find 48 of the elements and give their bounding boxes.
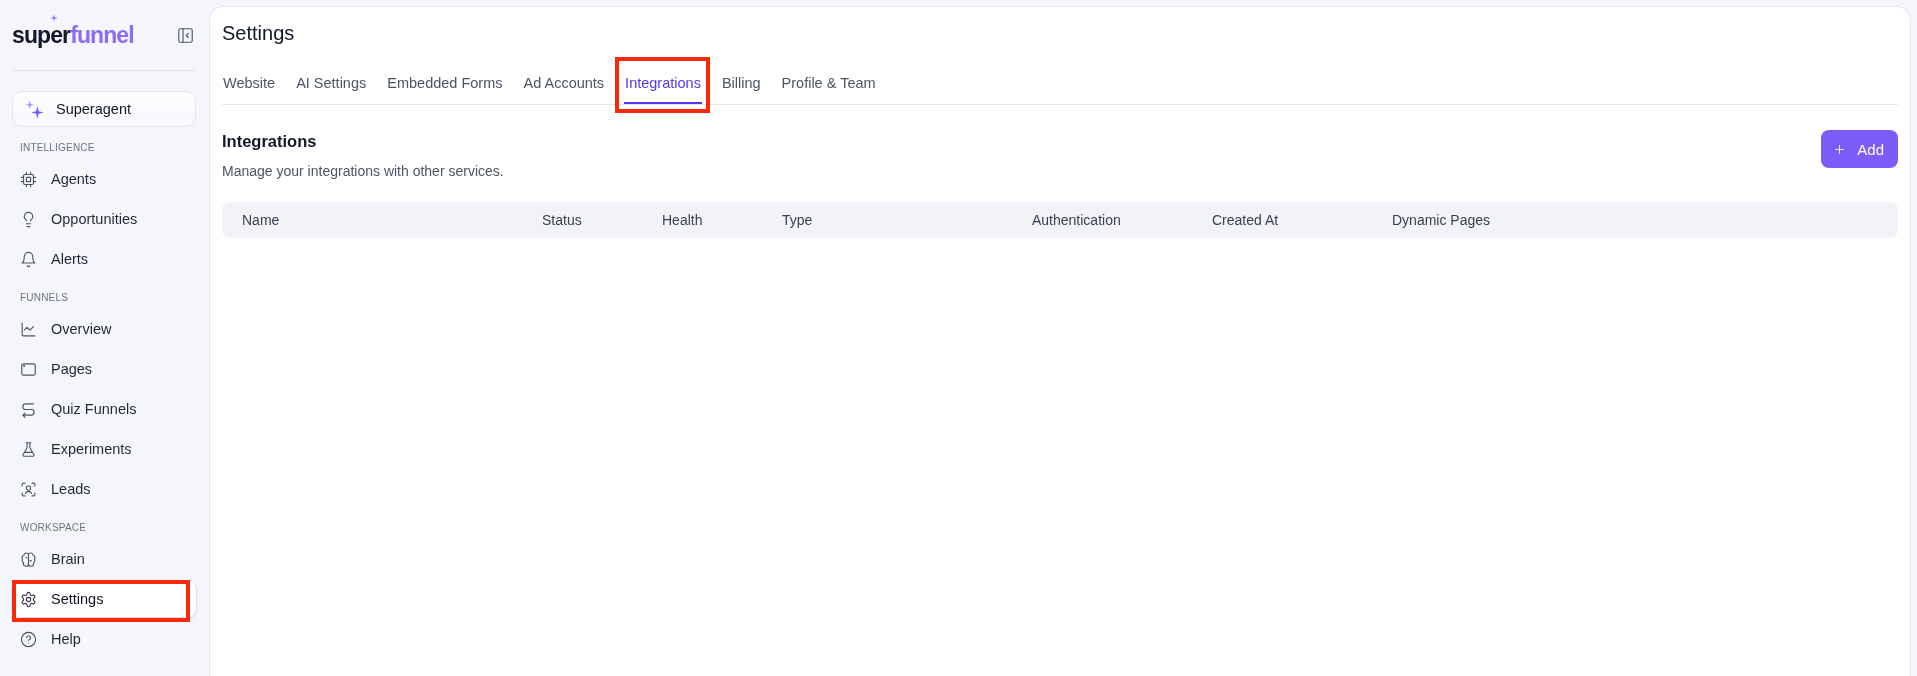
logo: superfunnel <box>12 21 134 49</box>
column-header: Status <box>542 212 582 228</box>
section-description: Manage your integrations with other services. <box>222 162 504 181</box>
tab[interactable]: Website <box>222 63 277 104</box>
sparkle-icon <box>50 14 58 22</box>
nav-item[interactable]: Opportunities <box>12 201 196 237</box>
nav-item[interactable]: Pages <box>12 351 196 387</box>
section-heading: INTELLIGENCE <box>20 142 96 154</box>
bell-icon <box>20 250 37 268</box>
sidebar-collapse-icon <box>177 27 194 44</box>
tab[interactable]: Billing <box>720 63 762 104</box>
nav-item[interactable]: Brain <box>12 541 196 577</box>
nav-item[interactable]: Help <box>12 621 196 657</box>
section-heading: WORKSPACE <box>20 522 88 534</box>
nav-item[interactable]: Agents <box>12 161 196 197</box>
column-header: Created At <box>1212 212 1279 228</box>
tab[interactable]: Profile & Team <box>780 63 877 104</box>
tab[interactable]: Integrations <box>624 63 702 104</box>
nav-item[interactable]: Leads <box>12 471 196 507</box>
column-header: Name <box>242 212 280 228</box>
page-title: Settings <box>222 21 295 45</box>
section-heading: FUNNELS <box>20 292 70 304</box>
sparkle-icon <box>25 99 44 119</box>
brain-icon <box>20 550 37 568</box>
nav-item[interactable]: Quiz Funnels <box>12 391 196 427</box>
nav-item[interactable]: Experiments <box>12 431 196 467</box>
nav-item[interactable]: Overview <box>12 311 196 347</box>
nav-item[interactable]: Alerts <box>12 241 196 277</box>
column-header: Health <box>662 212 703 228</box>
section-title: Integrations <box>222 131 317 152</box>
superagent-button[interactable]: Superagent <box>12 91 196 127</box>
column-header: Type <box>782 212 813 228</box>
chip-icon <box>20 170 37 188</box>
help-icon <box>20 630 37 648</box>
settings-icon <box>20 590 37 608</box>
user-scan-icon <box>20 480 37 498</box>
collapse-sidebar-button[interactable] <box>177 27 193 43</box>
column-header: Authentication <box>1032 212 1121 228</box>
window-icon <box>20 360 37 378</box>
tab[interactable]: AI Settings <box>295 63 368 104</box>
column-header: Dynamic Pages <box>1392 212 1491 228</box>
route-icon <box>20 400 37 418</box>
line-chart-icon <box>20 320 37 338</box>
tab[interactable]: Embedded Forms <box>386 63 504 104</box>
add-button[interactable]: Add <box>1821 130 1898 168</box>
flask-icon <box>20 440 37 458</box>
tab[interactable]: Ad Accounts <box>522 63 606 104</box>
plus-icon <box>1834 143 1846 155</box>
